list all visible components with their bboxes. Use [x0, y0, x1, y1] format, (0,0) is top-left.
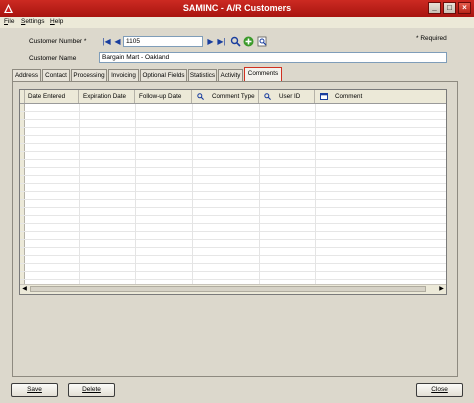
- customer-number-label: Customer Number *: [29, 38, 87, 45]
- grid-divider: [192, 104, 193, 288]
- customer-name-label: Customer Name: [29, 55, 77, 62]
- table-row[interactable]: [20, 192, 446, 200]
- column-date-entered[interactable]: Date Entered: [24, 90, 79, 103]
- grid-header: Date Entered Expiration Date Follow-up D…: [20, 90, 446, 104]
- required-note: * Required: [416, 35, 447, 42]
- tab-optional-fields[interactable]: Optional Fields: [140, 69, 187, 81]
- table-row[interactable]: [20, 152, 446, 160]
- title-bar: SAMINC - A/R Customers _ □ ×: [0, 0, 474, 17]
- grid-divider: [259, 104, 260, 288]
- column-comment-label: Comment: [335, 93, 363, 100]
- search-icon: [264, 93, 271, 100]
- customer-name-input[interactable]: Bargain Mart - Oakland: [99, 52, 447, 63]
- tab-activity[interactable]: Activity: [218, 69, 243, 81]
- table-row[interactable]: [20, 200, 446, 208]
- finder-icon[interactable]: [230, 36, 241, 47]
- table-row[interactable]: [20, 128, 446, 136]
- table-row[interactable]: [20, 224, 446, 232]
- customer-number-input[interactable]: 1105: [123, 36, 203, 47]
- window-title: SAMINC - A/R Customers: [182, 3, 292, 13]
- menu-file[interactable]: File: [4, 18, 15, 25]
- table-row[interactable]: [20, 168, 446, 176]
- grid-divider: [315, 104, 316, 288]
- table-row[interactable]: [20, 112, 446, 120]
- column-expiration-date[interactable]: Expiration Date: [79, 90, 135, 103]
- scroll-right-icon[interactable]: ▶: [437, 285, 446, 294]
- save-button[interactable]: Save: [11, 383, 58, 397]
- grid-body[interactable]: [20, 104, 446, 288]
- tab-contact[interactable]: Contact: [42, 69, 70, 81]
- tab-address[interactable]: Address: [12, 69, 41, 81]
- column-user-id-label: User ID: [279, 93, 301, 100]
- table-row[interactable]: [20, 240, 446, 248]
- column-comment-type-label: Comment Type: [212, 93, 255, 100]
- table-row[interactable]: [20, 184, 446, 192]
- table-row[interactable]: [20, 248, 446, 256]
- table-row[interactable]: [20, 256, 446, 264]
- table-row[interactable]: [20, 104, 446, 112]
- tab-processing[interactable]: Processing: [71, 69, 107, 81]
- table-row[interactable]: [20, 208, 446, 216]
- tab-statistics[interactable]: Statistics: [188, 69, 217, 81]
- delete-button[interactable]: Delete: [68, 383, 115, 397]
- menu-help[interactable]: Help: [50, 18, 63, 25]
- tab-comments[interactable]: Comments: [244, 67, 282, 81]
- table-row[interactable]: [20, 264, 446, 272]
- tab-invoicing[interactable]: Invoicing: [108, 69, 139, 81]
- previous-record-icon[interactable]: ◀: [112, 36, 123, 47]
- new-record-icon[interactable]: [243, 36, 254, 47]
- maximize-button[interactable]: □: [443, 2, 456, 14]
- menu-settings[interactable]: Settings: [21, 18, 45, 25]
- column-follow-up-date[interactable]: Follow-up Date: [135, 90, 192, 103]
- first-record-icon[interactable]: |◀: [101, 36, 112, 47]
- close-window-button[interactable]: ×: [458, 2, 471, 14]
- minimize-button[interactable]: _: [428, 2, 441, 14]
- column-comment-type[interactable]: Comment Type: [192, 90, 259, 103]
- table-row[interactable]: [20, 232, 446, 240]
- scroll-left-icon[interactable]: ◀: [20, 285, 29, 294]
- close-button[interactable]: Close: [416, 383, 463, 397]
- last-record-icon[interactable]: ▶|: [216, 36, 227, 47]
- table-row[interactable]: [20, 160, 446, 168]
- table-row[interactable]: [20, 144, 446, 152]
- grid-divider: [135, 104, 136, 288]
- column-user-id[interactable]: User ID: [259, 90, 315, 103]
- table-row[interactable]: [20, 136, 446, 144]
- menu-bar: File Settings Help: [0, 17, 474, 28]
- zoom-icon[interactable]: [257, 36, 268, 47]
- table-row[interactable]: [20, 272, 446, 280]
- notepad-icon: [320, 93, 328, 100]
- scrollbar-thumb[interactable]: [30, 286, 426, 292]
- column-comment[interactable]: Comment: [315, 90, 446, 103]
- grid-divider: [79, 104, 80, 288]
- search-icon: [197, 93, 204, 100]
- table-row[interactable]: [20, 216, 446, 224]
- horizontal-scrollbar[interactable]: ◀ ▶: [20, 284, 446, 294]
- table-row[interactable]: [20, 176, 446, 184]
- table-row[interactable]: [20, 120, 446, 128]
- next-record-icon[interactable]: ▶: [205, 36, 216, 47]
- comments-grid[interactable]: Date Entered Expiration Date Follow-up D…: [19, 89, 447, 295]
